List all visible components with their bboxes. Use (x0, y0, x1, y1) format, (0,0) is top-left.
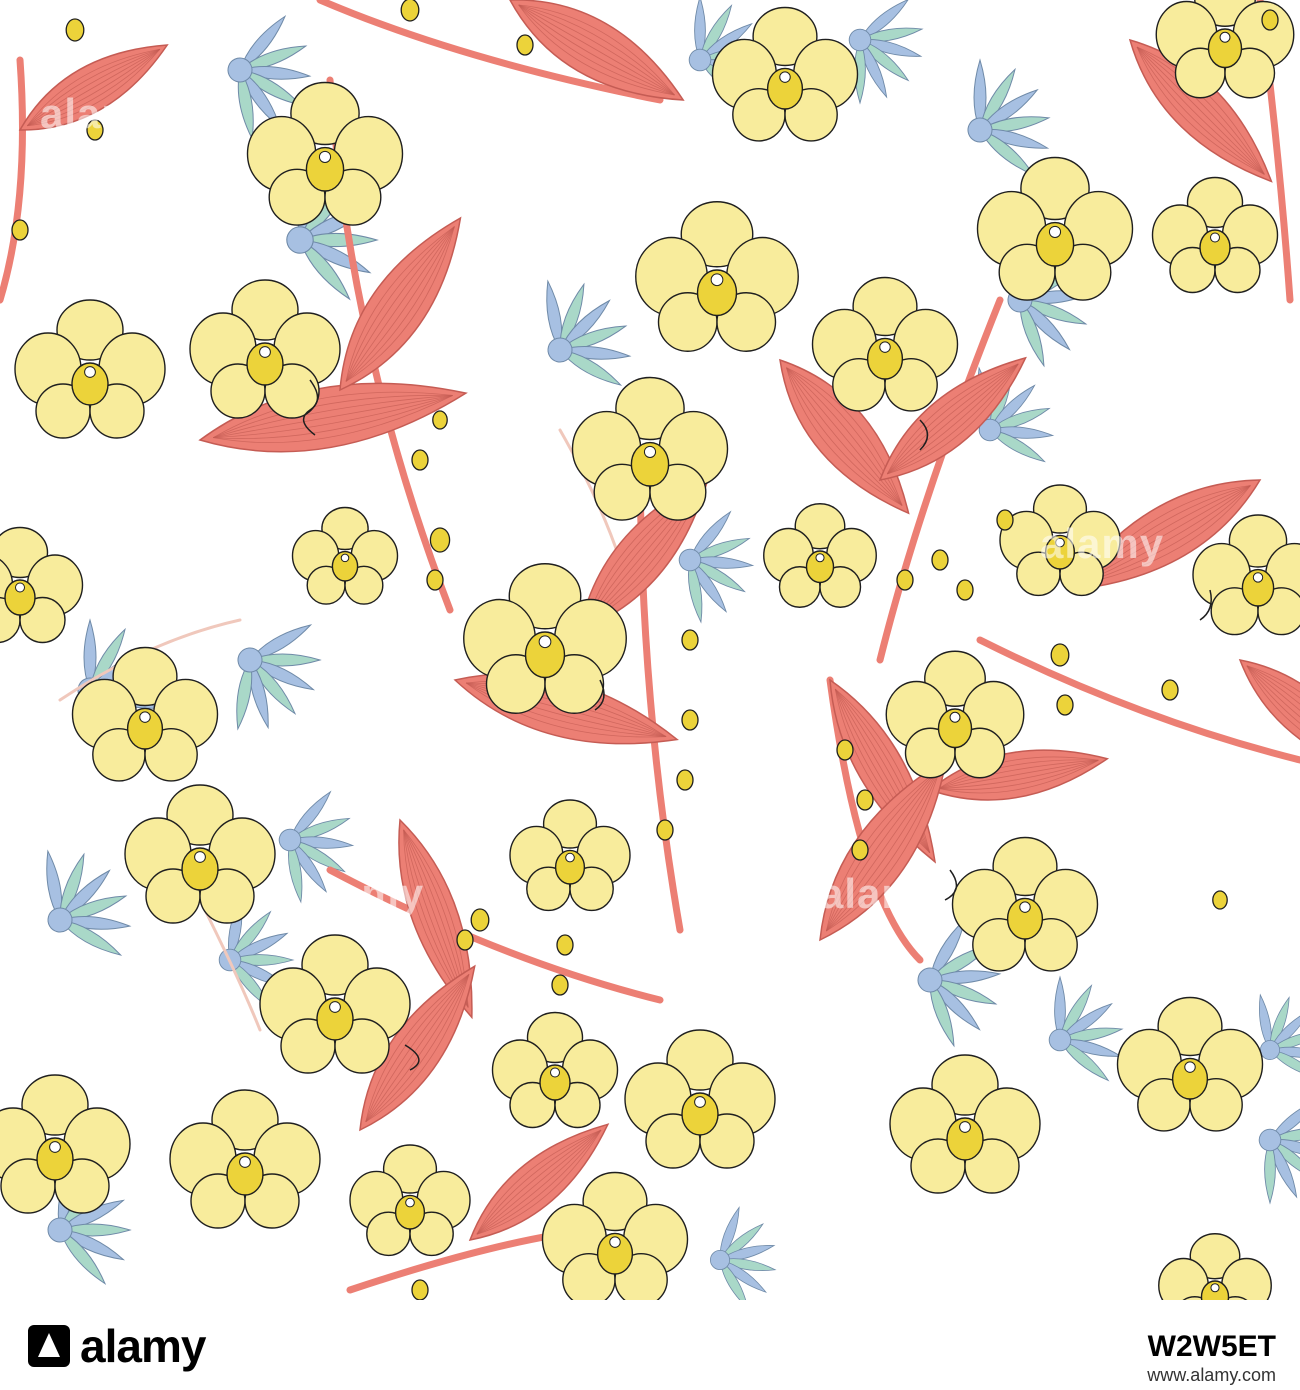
orchid-flower (1151, 176, 1279, 294)
orchid-flower (14, 299, 166, 439)
orchid-flower (711, 6, 859, 142)
alamy-logo: alamy (28, 1318, 206, 1374)
orchid-bud (851, 839, 869, 861)
orchid-bud (11, 219, 29, 241)
orchid-bud (1056, 694, 1074, 716)
orchid-bud (470, 908, 490, 932)
orchid-pattern-image: alamy alamy alamy alamy (0, 0, 1300, 1390)
orchid-bud (426, 569, 444, 591)
leaf (1238, 659, 1300, 777)
orchid-bud (1212, 890, 1228, 910)
orchid-flower (259, 934, 411, 1074)
orchid-flower (169, 1089, 321, 1229)
orchid-bud (676, 769, 694, 791)
watermark-text: alamy (40, 90, 165, 137)
logo-text: alamy (80, 1320, 206, 1372)
orchid-flower (541, 1171, 689, 1300)
image-id: W2W5ET (1147, 1330, 1276, 1363)
orchid-flower (635, 201, 799, 352)
orchid-flower (349, 1144, 471, 1257)
orchid-flower (951, 836, 1099, 972)
orchid-flower (509, 799, 631, 912)
orchid-flower (491, 1011, 619, 1129)
orchid-bud (656, 819, 674, 841)
orchid-bud (551, 974, 569, 996)
orchid-bud (681, 709, 699, 731)
orchid-flower (571, 376, 729, 521)
orchid-flower (1158, 1233, 1272, 1300)
orchid-bud (400, 0, 420, 22)
orchid-flower (624, 1029, 776, 1169)
orchid-bud (516, 34, 534, 56)
alamy-logo-icon (28, 1325, 70, 1367)
orchid-bud (411, 449, 429, 471)
blue-foliage (709, 1206, 777, 1300)
orchid-bud (411, 1279, 429, 1300)
orchid-flower (763, 503, 877, 608)
orchid-bud (896, 569, 914, 591)
orchid-bud (1161, 679, 1179, 701)
seamless-orchid-pattern (0, 0, 1300, 1300)
orchid-flower (0, 1074, 131, 1214)
orchid-bud (556, 934, 574, 956)
watermark-text: alamy (1040, 520, 1165, 567)
watermark-text: alamy (820, 870, 945, 917)
leaf (339, 216, 462, 392)
orchid-bud (1261, 9, 1279, 31)
orchid-bud (429, 527, 451, 553)
orchid-bud (456, 929, 474, 951)
orchid-bud (996, 509, 1014, 531)
orchid-bud (681, 629, 699, 651)
stem (976, 636, 1300, 764)
orchid-bud (65, 18, 85, 42)
stock-footer: alamy W2W5ET www.alamy.com (0, 1300, 1300, 1390)
orchid-flower (885, 650, 1025, 779)
orchid-bud (956, 579, 974, 601)
orchid-flower (1116, 996, 1264, 1132)
orchid-bud (836, 739, 854, 761)
orchid-bud (1050, 643, 1070, 667)
watermark-text: alamy (300, 870, 425, 917)
site-url: www.alamy.com (1147, 1365, 1276, 1385)
orchid-flower (889, 1054, 1041, 1194)
orchid-flower (291, 506, 399, 605)
orchid-bud (432, 410, 448, 430)
leaf (508, 0, 685, 101)
orchid-bud (931, 549, 949, 571)
orchid-flower (811, 276, 959, 412)
orchid-flower (0, 526, 84, 644)
stem (0, 56, 26, 304)
orchid-bud (856, 789, 874, 811)
